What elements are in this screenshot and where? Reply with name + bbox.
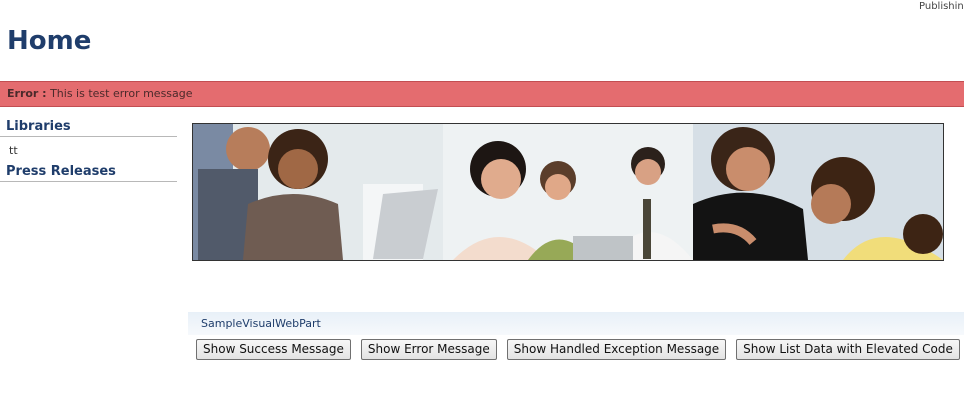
show-list-data-elevated-button[interactable]: Show List Data with Elevated Code: [736, 339, 960, 360]
show-success-message-button[interactable]: Show Success Message: [196, 339, 351, 360]
banner-photo-panel: [193, 124, 443, 260]
quick-launch: Libraries tt Press Releases: [0, 116, 177, 182]
webpart-button-row: Show Success Message Show Error Message …: [196, 339, 960, 360]
banner-photo-panel: [693, 124, 943, 260]
webpart-title-bar: SampleVisualWebPart: [188, 312, 964, 335]
error-message: This is test error message: [50, 87, 193, 100]
nav-heading-press-releases[interactable]: Press Releases: [0, 161, 177, 182]
page-title: Home: [7, 26, 92, 56]
show-handled-exception-button[interactable]: Show Handled Exception Message: [506, 339, 727, 360]
banner-photo-panel: [443, 124, 693, 260]
nav-heading-libraries[interactable]: Libraries: [0, 116, 177, 137]
show-error-message-button[interactable]: Show Error Message: [360, 339, 497, 360]
error-status-bar: Error : This is test error message: [0, 81, 964, 107]
webpart-title: SampleVisualWebPart: [201, 317, 321, 330]
banner-image: [192, 123, 944, 261]
top-right-link[interactable]: Publishin: [919, 1, 964, 12]
nav-item-tt[interactable]: tt: [0, 137, 177, 161]
error-label: Error :: [7, 87, 47, 100]
